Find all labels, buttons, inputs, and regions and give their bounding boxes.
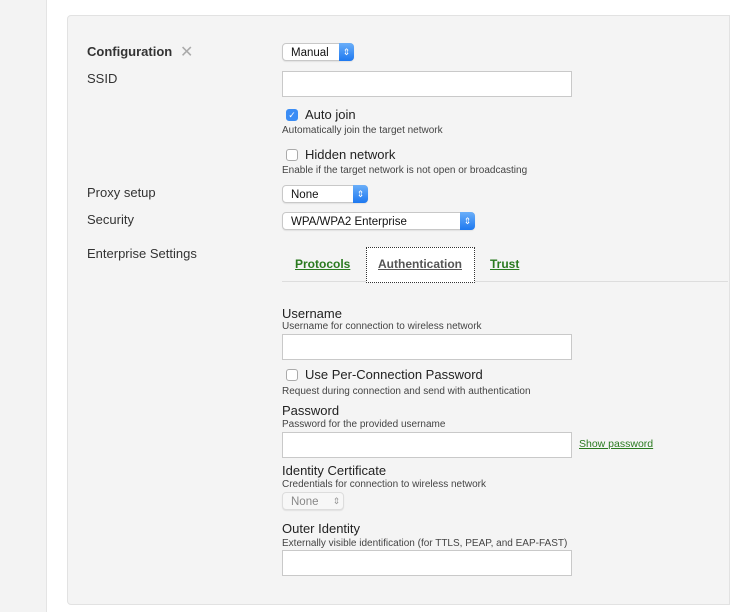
configuration-label: Configuration: [87, 44, 173, 59]
username-input[interactable]: [282, 334, 572, 360]
show-password-link[interactable]: Show password: [579, 438, 653, 450]
per-connection-password-help: Request during connection and send with …: [282, 386, 531, 397]
proxy-select[interactable]: None ⇕: [282, 185, 368, 203]
identity-certificate-title: Identity Certificate: [282, 463, 387, 478]
configuration-select-value: Manual: [291, 47, 329, 59]
proxy-label: Proxy setup: [87, 185, 156, 200]
enterprise-settings-label: Enterprise Settings: [87, 246, 197, 261]
security-select[interactable]: WPA/WPA2 Enterprise ⇕: [282, 212, 475, 230]
password-help: Password for the provided username: [282, 419, 446, 430]
password-input[interactable]: [282, 432, 572, 458]
hidden-network-help: Enable if the target network is not open…: [282, 165, 528, 176]
username-help: Username for connection to wireless netw…: [282, 321, 482, 332]
outer-identity-help: Externally visible identification (for T…: [282, 538, 568, 549]
ssid-input[interactable]: [282, 71, 572, 97]
identity-certificate-select[interactable]: None ⇕: [282, 492, 344, 510]
left-sidebar: [0, 0, 47, 612]
per-connection-password-checkbox[interactable]: [286, 369, 298, 381]
proxy-select-value: None: [291, 189, 319, 201]
configuration-select[interactable]: Manual ⇕: [282, 43, 354, 61]
identity-certificate-select-value: None: [291, 496, 319, 508]
ssid-label: SSID: [87, 71, 118, 86]
select-arrows-icon: ⇕: [460, 212, 475, 230]
tab-protocols[interactable]: Protocols: [295, 257, 350, 271]
hidden-network-checkbox[interactable]: [286, 149, 298, 161]
per-connection-password-label: Use Per-Connection Password: [305, 367, 483, 382]
select-arrows-icon: ⇕: [353, 185, 368, 203]
tab-trust[interactable]: Trust: [490, 257, 519, 271]
auto-join-checkbox[interactable]: ✓: [286, 109, 298, 121]
remove-configuration-icon[interactable]: ✕: [180, 42, 193, 62]
tab-divider: [282, 281, 728, 282]
select-arrows-icon: ⇕: [339, 43, 354, 61]
select-arrows-icon: ⇕: [332, 496, 341, 506]
outer-identity-title: Outer Identity: [282, 521, 361, 536]
username-title: Username: [282, 306, 342, 321]
auto-join-label: Auto join: [305, 107, 356, 122]
tab-authentication[interactable]: Authentication: [378, 257, 462, 271]
outer-identity-input[interactable]: [282, 550, 572, 576]
security-label: Security: [87, 212, 134, 227]
password-title: Password: [282, 403, 340, 418]
hidden-network-label: Hidden network: [305, 147, 396, 162]
auto-join-help: Automatically join the target network: [282, 125, 443, 136]
identity-certificate-help: Credentials for connection to wireless n…: [282, 479, 486, 490]
security-select-value: WPA/WPA2 Enterprise: [291, 216, 407, 228]
settings-panel: [67, 15, 730, 605]
